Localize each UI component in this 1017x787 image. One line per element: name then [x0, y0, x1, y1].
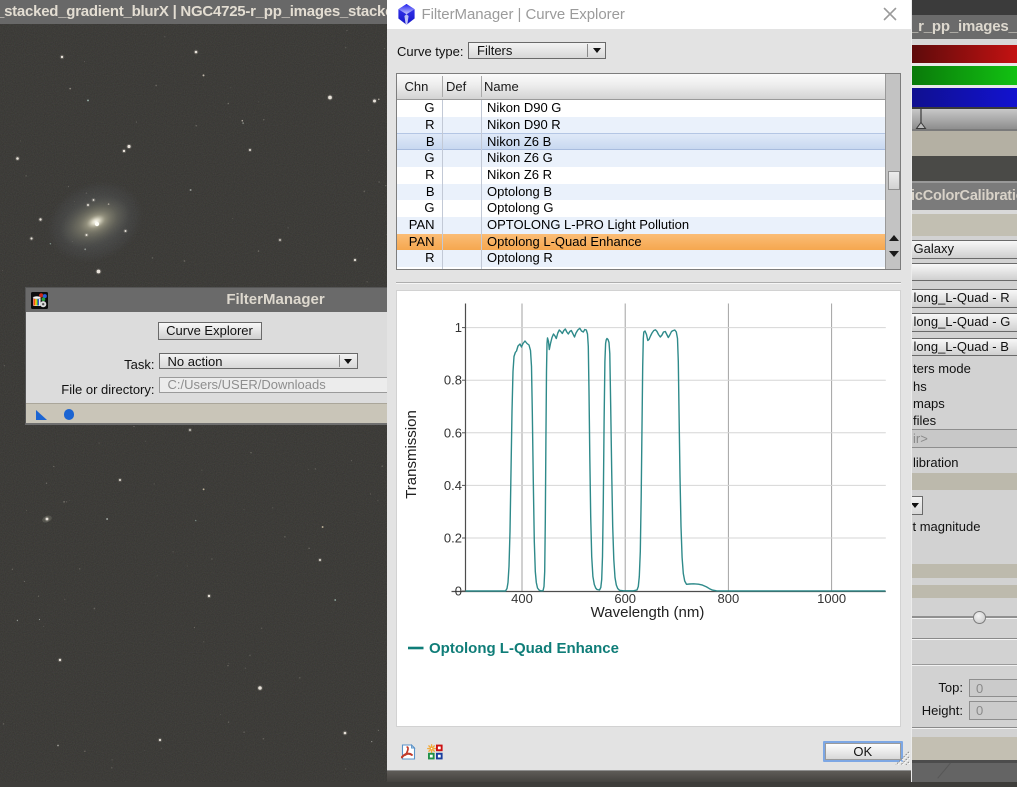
svg-text:Optolong L-Quad Enhance: Optolong L-Quad Enhance: [429, 640, 619, 657]
svg-text:0.4: 0.4: [443, 477, 461, 492]
svg-text:1: 1: [454, 320, 461, 335]
svg-text:0.2: 0.2: [443, 530, 461, 545]
svg-text:0.6: 0.6: [443, 425, 461, 440]
svg-text:0: 0: [454, 583, 461, 598]
svg-text:0.8: 0.8: [443, 372, 461, 387]
svg-text:Wavelength (nm): Wavelength (nm): [590, 604, 704, 621]
svg-text:400: 400: [511, 591, 533, 606]
svg-text:1000: 1000: [817, 591, 846, 606]
svg-text:800: 800: [717, 591, 739, 606]
svg-text:Transmission: Transmission: [403, 410, 420, 499]
